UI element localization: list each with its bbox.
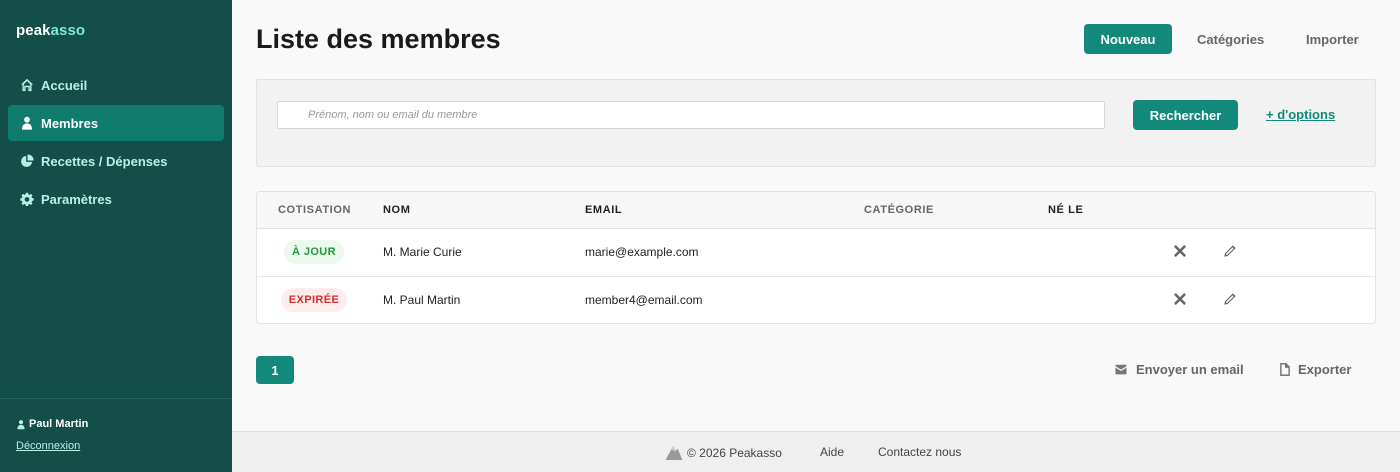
import-link[interactable]: Importer: [1306, 24, 1359, 54]
column-header-nom[interactable]: NOM: [383, 204, 410, 216]
footer-copyright: © 2026 Peakasso: [665, 445, 782, 460]
sidebar-item-label: Recettes / Dépenses: [41, 153, 168, 169]
close-icon: [1174, 245, 1186, 257]
member-email: member4@email.com: [585, 293, 703, 307]
person-icon: [20, 116, 34, 130]
send-email-label: Envoyer un email: [1136, 362, 1244, 377]
export-button[interactable]: Exporter: [1280, 362, 1351, 377]
user-name: Paul Martin: [29, 418, 89, 430]
sidebar-item-membres[interactable]: Membres: [8, 105, 224, 141]
pie-chart-icon: [20, 154, 34, 168]
page-button[interactable]: 1: [256, 356, 294, 384]
sidebar-divider: [0, 398, 232, 399]
brand-logo[interactable]: peakasso: [16, 22, 85, 39]
row-divider: [257, 276, 1375, 277]
page-title: Liste des membres: [256, 24, 501, 54]
home-icon: [20, 78, 34, 92]
status-badge: EXPIRÉE: [281, 288, 347, 312]
send-email-button[interactable]: Envoyer un email: [1114, 362, 1244, 377]
delete-button[interactable]: [1172, 291, 1188, 307]
current-user: Paul Martin: [16, 418, 88, 430]
categories-link[interactable]: Catégories: [1197, 24, 1264, 54]
member-name: M. Paul Martin: [383, 293, 461, 307]
sidebar-item-label: Paramètres: [41, 191, 112, 207]
more-options-link[interactable]: + d'options: [1266, 107, 1335, 122]
contact-link[interactable]: Contactez nous: [878, 445, 961, 459]
delete-button[interactable]: [1172, 243, 1188, 259]
help-link[interactable]: Aide: [820, 445, 844, 459]
member-name: M. Marie Curie: [383, 245, 462, 259]
column-header-categorie[interactable]: CATÉGORIE: [864, 204, 934, 216]
edit-button[interactable]: [1222, 243, 1238, 259]
mountain-logo-icon: [665, 445, 683, 460]
logout-link[interactable]: Déconnexion: [16, 440, 80, 452]
copyright-text: © 2026 Peakasso: [687, 445, 782, 460]
member-email: marie@example.com: [585, 245, 699, 259]
status-badge: À JOUR: [284, 240, 344, 264]
new-member-button[interactable]: Nouveau: [1084, 24, 1172, 54]
close-icon: [1174, 293, 1186, 305]
sidebar-item-recettes-depenses[interactable]: Recettes / Dépenses: [8, 143, 224, 179]
sidebar-item-label: Membres: [41, 115, 99, 131]
table-header: [257, 192, 1375, 229]
brand-logo-part1: peak: [16, 22, 51, 39]
pencil-icon: [1224, 245, 1236, 257]
user-icon: [17, 419, 25, 429]
sidebar-item-parametres[interactable]: Paramètres: [8, 181, 224, 217]
search-input[interactable]: [277, 101, 1105, 129]
column-header-ne-le[interactable]: NÉ LE: [1048, 204, 1083, 216]
column-header-email[interactable]: EMAIL: [585, 204, 622, 216]
page-footer: [232, 431, 1400, 472]
edit-button[interactable]: [1222, 291, 1238, 307]
column-header-cotisation[interactable]: COTISATION: [278, 204, 351, 216]
document-icon: [1280, 363, 1290, 376]
sidebar: peakasso Accueil Membres Recettes / Dépe…: [0, 0, 232, 472]
envelope-icon: [1115, 364, 1127, 375]
export-label: Exporter: [1298, 362, 1352, 377]
pencil-icon: [1224, 293, 1236, 305]
sidebar-item-accueil[interactable]: Accueil: [8, 67, 224, 103]
brand-logo-part2: asso: [50, 22, 86, 39]
search-button[interactable]: Rechercher: [1133, 100, 1238, 130]
gear-icon: [20, 192, 34, 206]
sidebar-item-label: Accueil: [41, 77, 88, 93]
